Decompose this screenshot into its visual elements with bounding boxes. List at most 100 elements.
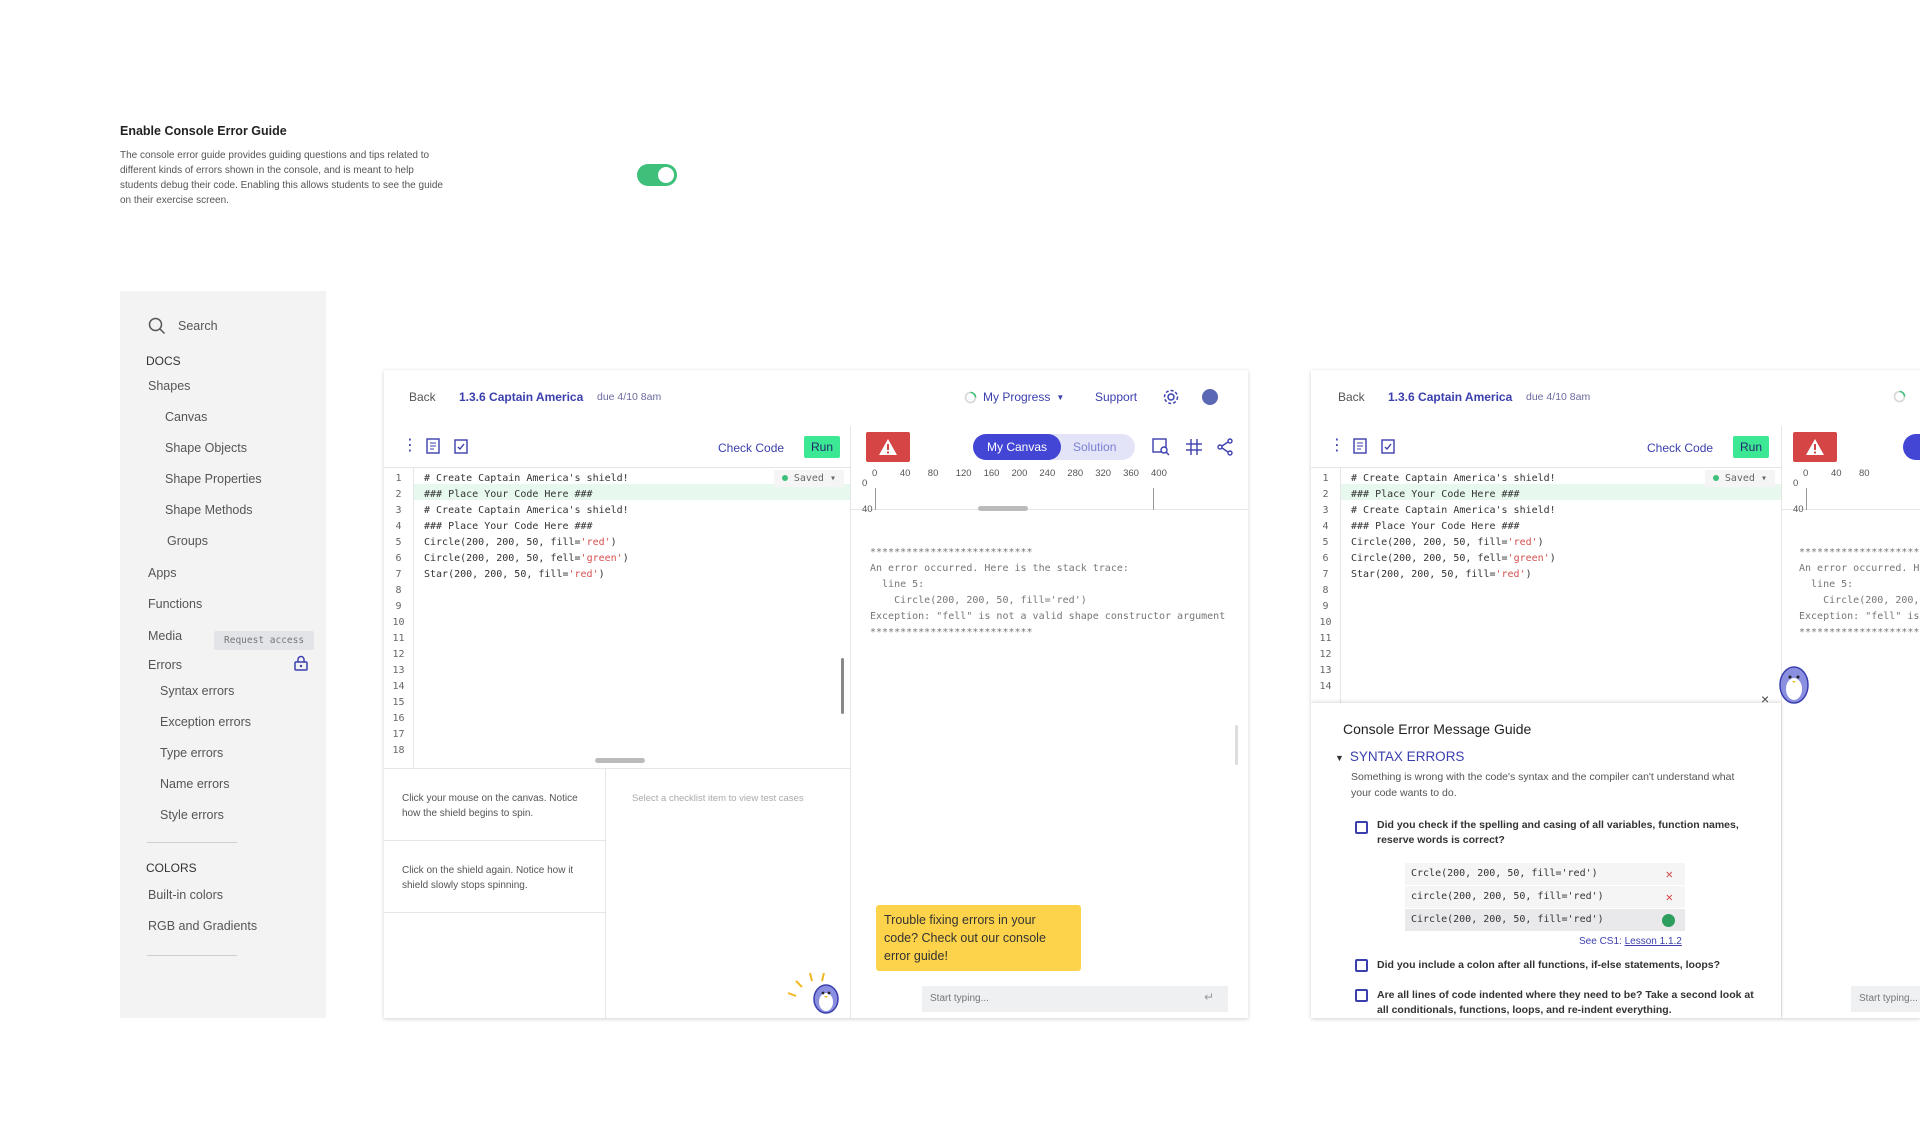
image-search-icon[interactable] xyxy=(1152,438,1170,456)
line-number: 5 xyxy=(1322,537,1329,548)
code-editor[interactable]: 1 2 3 4 5 6 7 8 9 10 11 12 13 14 15 16 17 18 # Create Cap… xyxy=(384,468,850,768)
ruler-tick-label: 200 xyxy=(1011,468,1028,479)
line-number: 8 xyxy=(395,585,402,596)
checklist-icon[interactable] xyxy=(454,438,468,454)
sidebar-item-exception-errors[interactable]: Exception errors xyxy=(160,715,251,729)
pane-divider xyxy=(850,426,851,1018)
question-checkbox[interactable] xyxy=(1355,989,1368,1002)
toggle-knob xyxy=(658,167,674,183)
sidebar-search[interactable]: Search xyxy=(148,317,218,335)
sidebar-item-rgb-gradients[interactable]: RGB and Gradients xyxy=(148,919,257,933)
exercise-window: Back 1.3.6 Captain America due 4/10 8am … xyxy=(384,370,1248,1018)
code-area[interactable]: # Create Captain America's shield! ### P… xyxy=(1341,468,1781,703)
sidebar-item-apps[interactable]: Apps xyxy=(148,566,177,580)
ruler-tick-label: 40 xyxy=(899,468,911,479)
progress-ring-icon xyxy=(1893,390,1906,403)
check-code-button[interactable]: Check Code xyxy=(718,441,784,455)
sidebar-item-media[interactable]: Media xyxy=(148,629,182,643)
my-progress-dropdown[interactable]: My Progress ▼ xyxy=(964,390,1064,404)
line-number: 10 xyxy=(1319,617,1332,628)
line-number: 13 xyxy=(392,665,405,676)
ruler-tick-label: 400 xyxy=(1151,468,1167,479)
sidebar-item-shape-objects[interactable]: Shape Objects xyxy=(165,441,247,455)
console-input[interactable]: Start typing... xyxy=(922,986,1228,1012)
error-guide-tooltip[interactable]: Trouble fixing errors in your code? Chec… xyxy=(876,905,1081,971)
code-editor[interactable]: 1 2 3 4 5 6 7 8 9 10 11 12 13 14 # Create Captain Ame… xyxy=(1311,468,1781,703)
line-number: 9 xyxy=(1322,601,1329,612)
gear-icon[interactable] xyxy=(1162,388,1180,406)
question-checkbox[interactable] xyxy=(1355,821,1368,834)
canvas-frame xyxy=(1806,488,1807,510)
editor-scrollbar[interactable] xyxy=(841,658,844,714)
my-progress-dropdown[interactable] xyxy=(1893,390,1906,403)
sidebar-item-type-errors[interactable]: Type errors xyxy=(160,746,223,760)
resize-handle[interactable] xyxy=(595,758,645,763)
warning-button[interactable] xyxy=(1793,432,1837,462)
share-icon[interactable] xyxy=(1216,438,1234,456)
warning-button[interactable] xyxy=(866,432,910,462)
sidebar-item-name-errors[interactable]: Name errors xyxy=(160,777,229,791)
back-link[interactable]: Back xyxy=(1338,390,1365,404)
ruler-tick-label: 40 xyxy=(1793,504,1804,515)
notes-icon[interactable] xyxy=(426,438,440,454)
close-icon[interactable]: × xyxy=(1761,691,1769,707)
back-link[interactable]: Back xyxy=(409,390,436,404)
editor-toolbar: ⋮ Check Code Run xyxy=(384,426,850,468)
syntax-errors-section[interactable]: ▼ SYNTAX ERRORS xyxy=(1335,749,1464,764)
line-number: 2 xyxy=(395,489,402,500)
canvas-solution-toggle[interactable]: My Canvas Solution xyxy=(973,434,1135,460)
line-number: 6 xyxy=(395,553,402,564)
line-number: 11 xyxy=(1319,633,1332,644)
check-code-button[interactable]: Check Code xyxy=(1647,441,1713,455)
ruler-tick-label: 360 xyxy=(1123,468,1139,479)
notes-icon[interactable] xyxy=(1353,438,1367,454)
console-guide-toggle[interactable] xyxy=(637,164,677,186)
exercise-title: 1.3.6 Captain America xyxy=(459,390,584,404)
tab-my-canvas[interactable] xyxy=(1903,434,1920,460)
checklist-icon[interactable] xyxy=(1381,438,1395,454)
code-line: ### Place Your Code Here ### xyxy=(424,521,593,532)
ruler-tick-label: 0 xyxy=(862,478,868,489)
sidebar-item-syntax-errors[interactable]: Syntax errors xyxy=(160,684,234,698)
code-area[interactable]: # Create Captain America's shield! ### P… xyxy=(414,468,850,768)
avatar[interactable] xyxy=(1202,389,1218,405)
checklist-item[interactable]: Click on the shield again. Notice how it… xyxy=(384,841,606,913)
sidebar-item-style-errors[interactable]: Style errors xyxy=(160,808,224,822)
more-vertical-icon[interactable]: ⋮ xyxy=(402,435,418,455)
sidebar-item-functions[interactable]: Functions xyxy=(148,597,202,611)
sidebar-item-shape-methods[interactable]: Shape Methods xyxy=(165,503,253,517)
sidebar-item-groups[interactable]: Groups xyxy=(167,534,208,548)
checklist-item[interactable]: Click your mouse on the canvas. Notice h… xyxy=(384,769,606,841)
code-line: Circle(200, 200, 50, fill='red') xyxy=(1351,537,1544,548)
sidebar-item-errors[interactable]: Errors xyxy=(148,658,182,672)
question-checkbox[interactable] xyxy=(1355,959,1368,972)
sidebar-item-canvas[interactable]: Canvas xyxy=(165,410,207,424)
canvas-resize-handle[interactable] xyxy=(978,506,1028,511)
grid-icon[interactable] xyxy=(1185,438,1203,456)
penguin-mascot-icon[interactable] xyxy=(1771,657,1817,705)
console-scrollbar[interactable] xyxy=(1235,725,1238,765)
code-line: # Create Captain America's shield! xyxy=(1351,505,1556,516)
support-link[interactable]: Support xyxy=(1095,390,1137,404)
request-access-badge[interactable]: Request access xyxy=(214,631,315,650)
run-button[interactable]: Run xyxy=(1733,436,1769,458)
canvas-area[interactable]: 0 40 80 0 40 xyxy=(1781,468,1920,515)
editor-toolbar: ⋮ Check Code Run xyxy=(1311,426,1781,468)
lesson-link[interactable]: Lesson 1.1.2 xyxy=(1625,936,1682,947)
enter-icon[interactable]: ↵ xyxy=(1204,990,1214,1004)
tab-my-canvas[interactable]: My Canvas xyxy=(973,434,1061,460)
line-number: 14 xyxy=(1319,681,1332,692)
sidebar-item-shape-properties[interactable]: Shape Properties xyxy=(165,472,262,486)
saved-status[interactable]: Saved ▾ xyxy=(773,470,844,487)
saved-status[interactable]: Saved ▾ xyxy=(1704,470,1775,487)
canvas-area[interactable]: 0 40 80 120 160 200 240 280 320 360 400 0 40 xyxy=(850,468,1248,515)
run-button[interactable]: Run xyxy=(804,436,840,458)
more-vertical-icon[interactable]: ⋮ xyxy=(1329,435,1345,455)
tab-solution[interactable]: Solution xyxy=(1073,434,1116,460)
console-input[interactable]: Start typing... xyxy=(1851,986,1920,1012)
sidebar-item-shapes[interactable]: Shapes xyxy=(148,379,190,393)
penguin-mascot-icon[interactable] xyxy=(784,965,846,1015)
line-number: 9 xyxy=(395,601,402,612)
line-number: 8 xyxy=(1322,585,1329,596)
sidebar-item-built-in-colors[interactable]: Built-in colors xyxy=(148,888,223,902)
